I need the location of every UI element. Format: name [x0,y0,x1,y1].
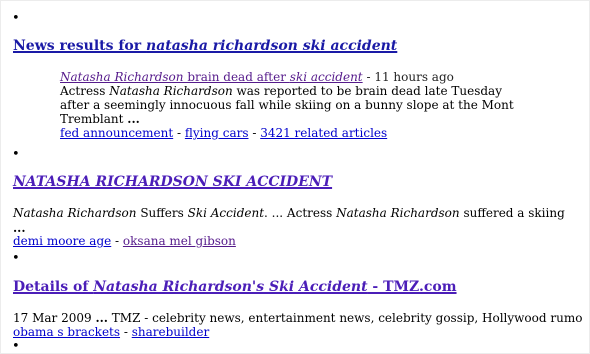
list-bullet: • [12,251,20,266]
snippet-text: Suffers [136,206,188,220]
result-snippet: 17 Mar 2009 ... TMZ - celebrity news, en… [13,311,582,326]
snippet-text: Tremblant [60,112,128,126]
result-related-links: obama s brackets - sharebuilder [13,325,209,340]
news-snippet-line2: after a seemingly innocuous fall while s… [60,98,514,112]
related-articles-link[interactable]: 3421 related articles [260,126,387,140]
separator: - [120,325,132,339]
result-date: 17 Mar 2009 [13,311,96,325]
separator: - [173,126,185,140]
snippet-text: . ... Actress [264,206,337,220]
list-bullet: • [12,147,20,162]
snippet-em: Natasha Richardson [336,206,460,220]
news-results-heading-link[interactable]: News results for natasha richardson ski … [13,38,397,54]
snippet-em: Ski Accident [187,206,265,220]
snippet-em: Natasha Richardson [109,84,233,98]
related-link-demi-moore-age[interactable]: demi moore age [13,234,111,248]
news-snippet-line3: Tremblant ... [60,112,140,127]
snippet-ellipsis: ... [95,311,108,325]
news-item-age: - 11 hours ago [362,70,454,84]
news-title-part1: Natasha Richardson [60,70,184,84]
news-item-title-link[interactable]: Natasha Richardson brain dead after ski … [60,70,363,84]
snippet-text: TMZ - celebrity news, entertainment news… [107,311,583,325]
result-snippet: Natasha Richardson Suffers Ski Accident.… [13,206,565,221]
news-heading-prefix: News results for [13,38,147,54]
list-bullet: • [12,339,20,354]
result-title-link[interactable]: NATASHA RICHARDSON SKI ACCIDENT [13,174,332,190]
related-link-flying-cars[interactable]: flying cars [185,126,249,140]
news-title-part2: brain dead after [183,70,290,84]
snippet-text: Actress [60,84,110,98]
separator: - [248,126,261,140]
list-bullet: • [12,11,20,26]
snippet-text: suffered a skiing [459,206,565,220]
related-link-obama-s-brackets[interactable]: obama s brackets [13,325,120,339]
related-link-fed-announcement[interactable]: fed announcement [60,126,173,140]
separator: - [111,234,123,248]
result-related-links: demi moore age - oksana mel gibson [13,234,236,249]
related-link-oksana-mel-gibson[interactable]: oksana mel gibson [123,234,236,248]
news-item-header: Natasha Richardson brain dead after ski … [60,70,454,85]
snippet-text: was reported to be brain dead late Tuesd… [232,84,502,98]
news-title-part3: ski accident [289,70,363,84]
result-title-text: NATASHA RICHARDSON SKI ACCIDENT [13,174,333,190]
related-link-sharebuilder[interactable]: sharebuilder [132,325,209,339]
news-related-links: fed announcement - flying cars - 3421 re… [60,126,387,141]
news-snippet-line1: Actress Natasha Richardson was reported … [60,84,502,99]
snippet-ellipsis: ... [127,112,140,126]
snippet-em: Natasha Richardson [13,206,137,220]
result-title-text: Details of [13,279,94,295]
result-title-link[interactable]: Details of Natasha Richardson's Ski Acci… [13,279,457,295]
news-heading-query: natasha richardson ski accident [146,38,398,54]
snippet-ellipsis: ... [13,221,26,235]
result-title-em: Natasha Richardson's Ski Accident [93,279,368,295]
result-title-text: - TMZ.com [367,279,457,295]
